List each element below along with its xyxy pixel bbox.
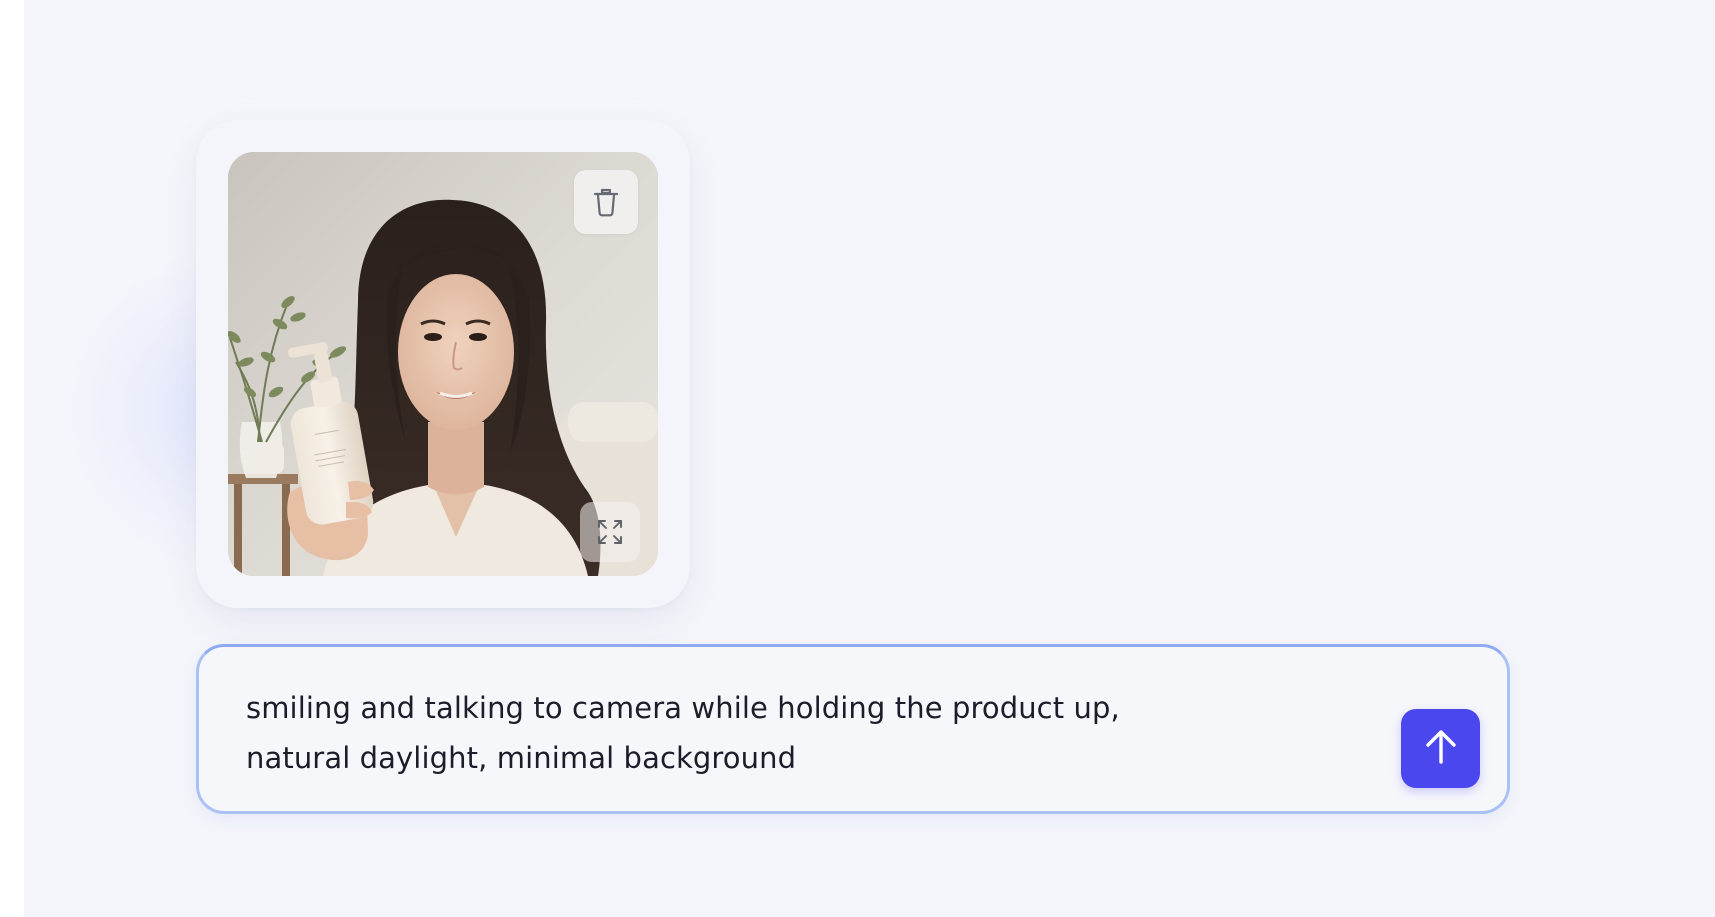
delete-image-button[interactable] bbox=[574, 170, 638, 234]
attached-image[interactable] bbox=[228, 152, 658, 576]
expand-image-button[interactable] bbox=[580, 502, 640, 562]
image-attachment-card bbox=[196, 120, 690, 608]
expand-icon bbox=[596, 518, 624, 546]
arrow-up-icon bbox=[1423, 728, 1459, 770]
app-canvas: smiling and talking to camera while hold… bbox=[24, 0, 1715, 917]
send-button[interactable] bbox=[1401, 709, 1480, 788]
prompt-input-box[interactable]: smiling and talking to camera while hold… bbox=[196, 644, 1510, 814]
prompt-text[interactable]: smiling and talking to camera while hold… bbox=[246, 683, 1326, 783]
trash-icon bbox=[592, 186, 620, 218]
